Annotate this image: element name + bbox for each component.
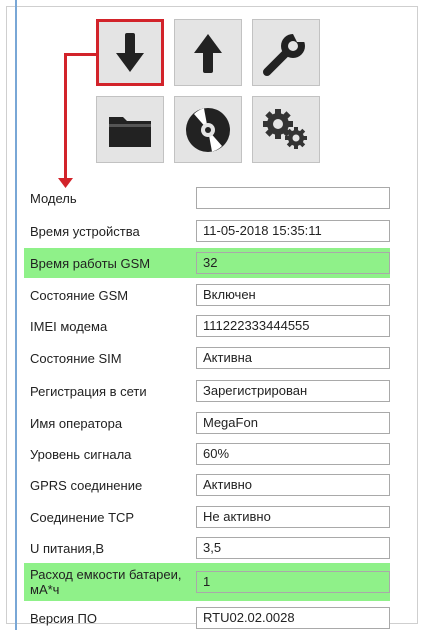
field-row-sim-state: Состояние SIM Активна xyxy=(24,343,390,373)
field-row-signal-level: Уровень сигнала 60% xyxy=(24,439,390,469)
operator-field[interactable]: MegaFon xyxy=(196,412,390,434)
model-field[interactable] xyxy=(196,187,390,209)
battery-consumption-field[interactable]: 1 xyxy=(196,571,390,593)
field-row-operator: Имя оператора MegaFon xyxy=(24,408,390,438)
field-label: U питания,В xyxy=(30,540,105,556)
field-label: Регистрация в сети xyxy=(30,383,147,399)
field-row-supply-voltage: U питания,В 3,5 xyxy=(24,533,390,563)
pointer-line-horizontal xyxy=(64,53,98,56)
left-border-accent xyxy=(15,0,17,630)
field-row-imei: IMEI модема 111222333444555 xyxy=(24,311,390,341)
config-button[interactable] xyxy=(252,96,320,163)
field-label: Уровень сигнала xyxy=(30,446,132,462)
field-row-tcp: Соединение TCP Не активно xyxy=(24,502,390,532)
field-row-gprs: GPRS соединение Активно xyxy=(24,470,390,500)
field-row-gsm-state: Состояние GSM Включен xyxy=(24,280,390,310)
arrow-up-icon xyxy=(194,33,222,73)
arrow-down-icon xyxy=(116,32,144,72)
pointer-line-vertical xyxy=(64,53,67,181)
folder-button[interactable] xyxy=(96,96,164,163)
firmware-version-field[interactable]: RTU02.02.0028 xyxy=(196,607,390,629)
field-label: Состояние SIM xyxy=(30,350,122,366)
settings-button[interactable] xyxy=(252,19,320,86)
gsm-state-field[interactable]: Включен xyxy=(196,284,390,306)
field-row-firmware-version: Версия ПО RTU02.02.0028 xyxy=(24,603,390,633)
imei-field[interactable]: 111222333444555 xyxy=(196,315,390,337)
gprs-field[interactable]: Активно xyxy=(196,474,390,496)
folder-icon xyxy=(109,116,151,147)
field-row-gsm-uptime: Время работы GSM 32 xyxy=(24,248,390,278)
wrench-icon xyxy=(263,33,307,76)
supply-voltage-field[interactable]: 3,5 xyxy=(196,537,390,559)
field-label: Время работы GSM xyxy=(30,255,151,271)
field-row-registration: Регистрация в сети Зарегистрирован xyxy=(24,376,390,406)
disk-button[interactable] xyxy=(174,96,242,163)
field-label: Имя оператора xyxy=(30,415,123,431)
field-label: IMEI модема xyxy=(30,318,108,334)
field-label: Расход емкости батареи, мА*ч xyxy=(30,567,182,597)
download-button[interactable] xyxy=(96,19,164,86)
disc-icon xyxy=(186,107,230,152)
field-row-battery-consumption: Расход емкости батареи, мА*ч 1 xyxy=(24,563,390,601)
field-row-model: Модель xyxy=(24,183,390,213)
field-label: Модель xyxy=(30,190,77,206)
field-label: Версия ПО xyxy=(30,610,97,626)
field-label: Состояние GSM xyxy=(30,287,129,303)
gears-icon xyxy=(263,108,307,149)
field-label: Соединение TCP xyxy=(30,509,135,525)
tcp-field[interactable]: Не активно xyxy=(196,506,390,528)
field-row-device-time: Время устройства 11-05-2018 15:35:11 xyxy=(24,216,390,246)
registration-field[interactable]: Зарегистрирован xyxy=(196,380,390,402)
upload-button[interactable] xyxy=(174,19,242,86)
field-label: Время устройства xyxy=(30,223,140,239)
field-label: GPRS соединение xyxy=(30,477,143,493)
device-time-field[interactable]: 11-05-2018 15:35:11 xyxy=(196,220,390,242)
sim-state-field[interactable]: Активна xyxy=(196,347,390,369)
signal-level-field[interactable]: 60% xyxy=(196,443,390,465)
gsm-uptime-field[interactable]: 32 xyxy=(196,252,390,274)
